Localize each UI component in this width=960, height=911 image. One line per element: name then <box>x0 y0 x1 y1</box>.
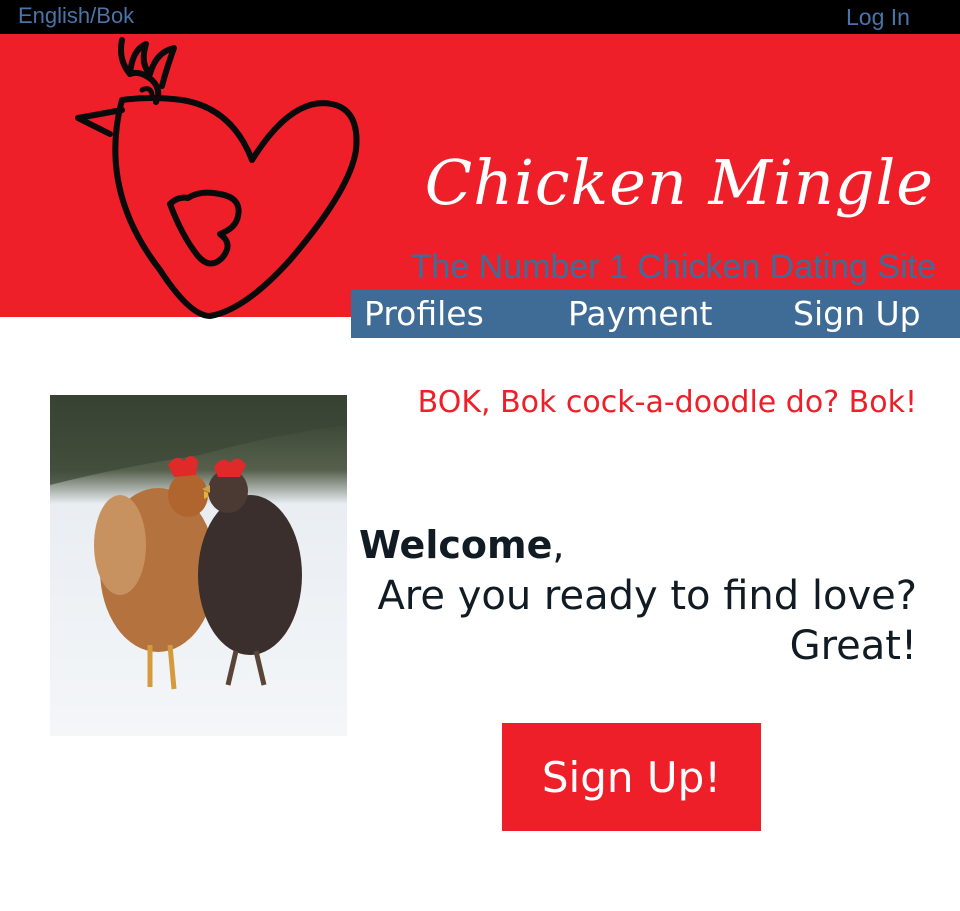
sign-up-button[interactable]: Sign Up! <box>502 723 761 831</box>
heart-chicken-logo-icon <box>75 37 360 319</box>
bok-greeting: BOK, Bok cock-a-doodle do? Bok! <box>417 385 917 420</box>
nav-payment[interactable]: Payment <box>568 294 712 333</box>
login-link[interactable]: Log In <box>846 4 910 31</box>
language-link[interactable]: English/Bok <box>18 3 134 29</box>
two-chickens-photo <box>50 395 347 736</box>
top-bar: English/Bok Log In <box>0 0 960 34</box>
nav-profiles[interactable]: Profiles <box>364 294 484 333</box>
welcome-heading: Welcome, <box>337 523 917 567</box>
welcome-bold: Welcome <box>359 523 553 567</box>
site-tagline: The Number 1 Chicken Dating Site <box>410 248 936 286</box>
ready-line: Are you ready to find love? <box>377 573 917 619</box>
welcome-message: Welcome, Are you ready to find love? Gre… <box>337 523 917 669</box>
main-nav: Profiles Payment Sign Up <box>351 290 960 338</box>
welcome-comma: , <box>552 523 565 567</box>
nav-sign-up[interactable]: Sign Up <box>793 294 921 333</box>
site-title: Chicken Mingle <box>424 146 934 219</box>
great-line: Great! <box>789 623 917 669</box>
